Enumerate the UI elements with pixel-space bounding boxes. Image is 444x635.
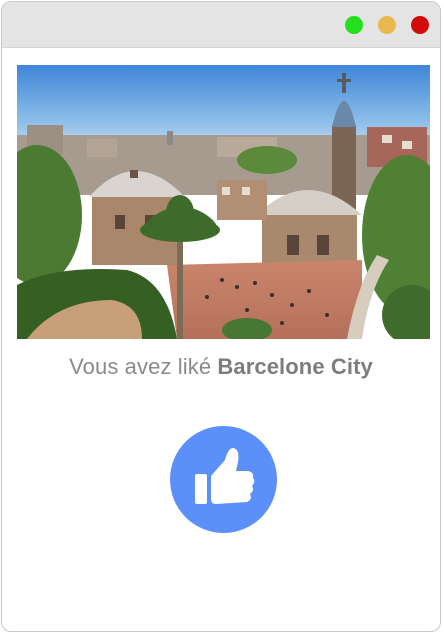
- browser-window: Vous avez liké Barcelone City: [1, 1, 441, 632]
- thumbs-up-icon: [195, 448, 255, 504]
- like-button[interactable]: [170, 426, 277, 533]
- like-caption: Vous avez liké Barcelone City: [2, 354, 440, 380]
- city-photo: [17, 65, 430, 339]
- close-button[interactable]: [411, 16, 429, 34]
- city-name: Barcelone City: [217, 354, 373, 379]
- caption-prefix: Vous avez liké: [69, 354, 212, 379]
- maximize-button[interactable]: [345, 16, 363, 34]
- title-bar: [2, 2, 440, 48]
- minimize-button[interactable]: [378, 16, 396, 34]
